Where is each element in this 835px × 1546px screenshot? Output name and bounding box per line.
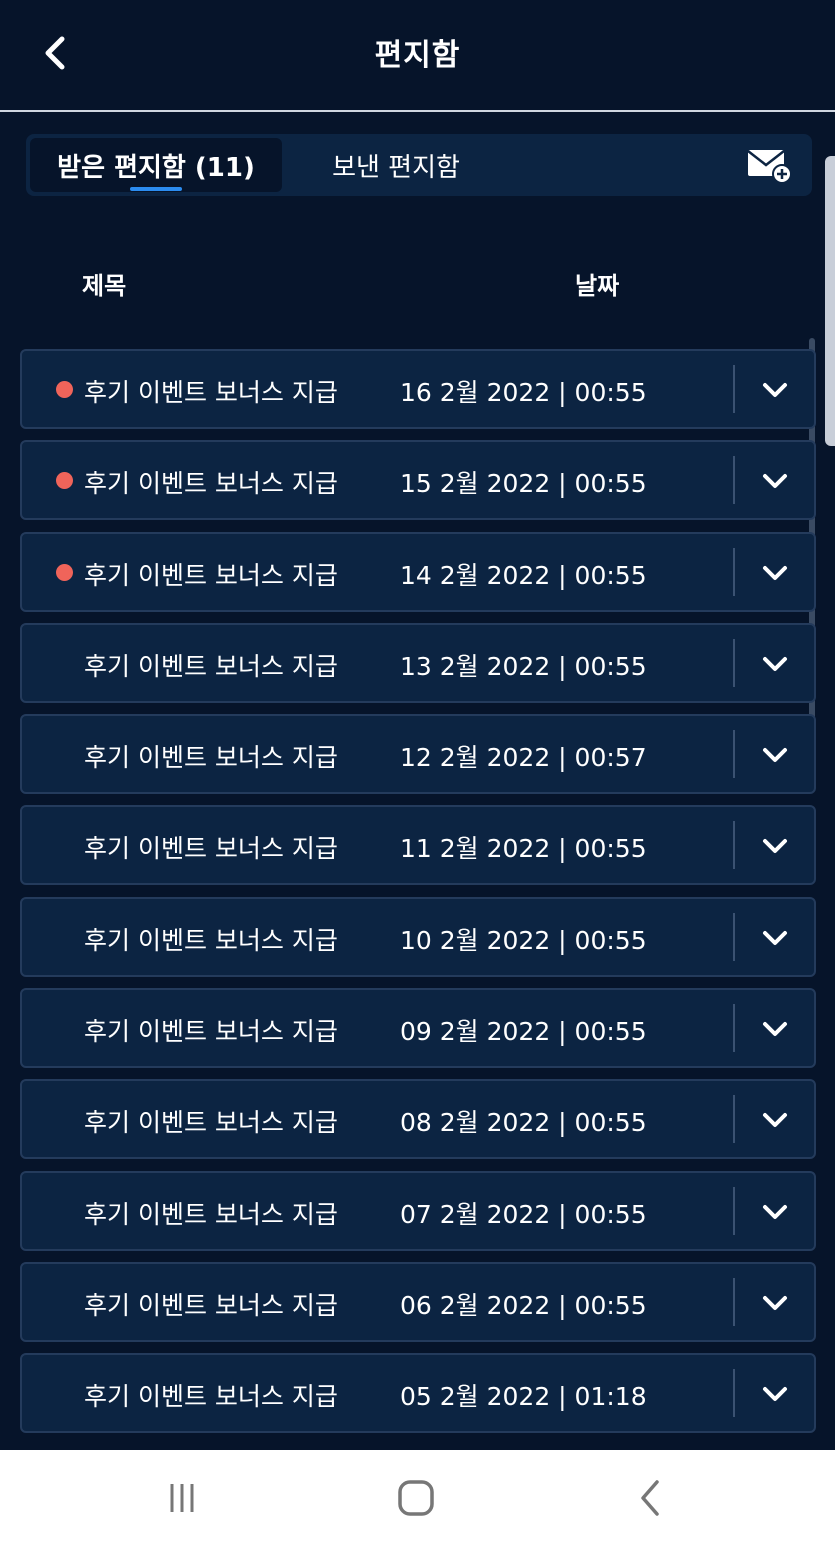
unread-dot-icon: [56, 472, 73, 490]
message-date: 14 2월 2022 | 00:55: [400, 560, 647, 590]
unread-dot-icon: [56, 563, 73, 581]
message-row[interactable]: 후기 이벤트 보너스 지급 11 2월 2022 | 00:55: [20, 805, 816, 886]
message-row[interactable]: 후기 이벤트 보너스 지급 16 2월 2022 | 00:55: [20, 349, 816, 429]
row-divider: [733, 365, 735, 413]
chevron-down-icon: [763, 1387, 787, 1402]
expand-button[interactable]: [760, 1288, 790, 1318]
message-subject: 후기 이벤트 보너스 지급: [84, 743, 338, 773]
compose-button[interactable]: [746, 146, 794, 186]
row-divider: [733, 912, 735, 961]
home-icon: [398, 1480, 434, 1516]
subject-column-header: 제목: [82, 272, 127, 300]
row-divider: [733, 821, 735, 870]
message-list: 후기 이벤트 보너스 지급 16 2월 2022 | 00:55 후기 이벤트 보너…: [20, 349, 816, 1445]
unread-dot-icon: [56, 381, 73, 398]
active-tab-indicator: [130, 187, 182, 191]
row-divider: [733, 456, 735, 505]
mail-plus-icon: [747, 150, 792, 184]
expand-button[interactable]: [760, 740, 790, 770]
chevron-down-icon: [763, 839, 787, 854]
message-row[interactable]: 후기 이벤트 보너스 지급 14 2월 2022 | 00:55: [20, 531, 816, 612]
recent-apps-button[interactable]: [160, 1476, 204, 1520]
date-column-header: 날짜: [575, 272, 620, 300]
message-row[interactable]: 후기 이벤트 보너스 지급 05 2월 2022 | 01:18: [20, 1353, 816, 1434]
tab-inbox[interactable]: 받은 편지함 (11): [30, 138, 282, 192]
expand-button[interactable]: [760, 831, 790, 861]
message-date: 08 2월 2022 | 00:55: [400, 1108, 647, 1138]
message-row[interactable]: 후기 이벤트 보너스 지급 06 2월 2022 | 00:55: [20, 1261, 816, 1342]
chevron-down-icon: [763, 383, 787, 397]
row-divider: [733, 1095, 735, 1144]
chevron-down-icon: [763, 748, 787, 763]
row-divider: [733, 1186, 735, 1235]
expand-button[interactable]: [760, 1105, 790, 1135]
chevron-down-icon: [763, 930, 787, 945]
message-subject: 후기 이벤트 보너스 지급: [84, 651, 338, 681]
message-date: 10 2월 2022 | 00:55: [400, 925, 647, 955]
chevron-down-icon: [763, 656, 787, 671]
message-subject: 후기 이벤트 보너스 지급: [84, 834, 338, 864]
chevron-down-icon: [763, 1295, 787, 1310]
message-subject: 후기 이벤트 보너스 지급: [84, 560, 338, 590]
message-row[interactable]: 후기 이벤트 보너스 지급 13 2월 2022 | 00:55: [20, 622, 816, 703]
message-date: 12 2월 2022 | 00:57: [400, 743, 647, 773]
row-divider: [733, 547, 735, 596]
row-divider: [733, 1277, 735, 1326]
message-row[interactable]: 후기 이벤트 보너스 지급 09 2월 2022 | 00:55: [20, 988, 816, 1069]
chevron-down-icon: [763, 1022, 787, 1037]
home-button[interactable]: [394, 1476, 438, 1520]
app-header: 편지함: [0, 0, 835, 112]
tab-inbox-label: 받은 편지함 (11): [57, 152, 255, 183]
chevron-down-icon: [763, 1204, 787, 1219]
row-divider: [733, 730, 735, 779]
expand-button[interactable]: [760, 649, 790, 679]
tab-sent-label: 보낸 편지함: [332, 152, 460, 183]
expand-button[interactable]: [760, 558, 790, 588]
nav-back-button[interactable]: [628, 1476, 672, 1520]
tab-sent[interactable]: 보낸 편지함: [316, 138, 476, 192]
message-row[interactable]: 후기 이벤트 보너스 지급 07 2월 2022 | 00:55: [20, 1170, 816, 1251]
message-subject: 후기 이벤트 보너스 지급: [84, 1290, 338, 1320]
expand-button[interactable]: [760, 375, 790, 405]
expand-button[interactable]: [760, 1014, 790, 1044]
system-nav-bar: [0, 1450, 835, 1546]
message-subject: 후기 이벤트 보너스 지급: [84, 1382, 338, 1412]
message-subject: 후기 이벤트 보너스 지급: [84, 1017, 338, 1047]
page-title: 편지함: [374, 38, 461, 73]
message-date: 11 2월 2022 | 00:55: [400, 834, 647, 864]
message-date: 05 2월 2022 | 01:18: [400, 1382, 647, 1412]
chevron-down-icon: [763, 565, 787, 580]
message-subject: 후기 이벤트 보너스 지급: [84, 925, 338, 955]
message-date: 06 2월 2022 | 00:55: [400, 1290, 647, 1320]
row-divider: [733, 1369, 735, 1418]
message-date: 16 2월 2022 | 00:55: [400, 378, 647, 407]
message-row[interactable]: 후기 이벤트 보너스 지급 12 2월 2022 | 00:57: [20, 714, 816, 795]
message-date: 09 2월 2022 | 00:55: [400, 1017, 647, 1047]
message-row[interactable]: 후기 이벤트 보너스 지급 15 2월 2022 | 00:55: [20, 440, 816, 521]
row-divider: [733, 1004, 735, 1053]
expand-button[interactable]: [760, 1197, 790, 1227]
message-subject: 후기 이벤트 보너스 지급: [84, 1108, 338, 1138]
expand-button[interactable]: [760, 923, 790, 953]
message-subject: 후기 이벤트 보너스 지급: [84, 1199, 338, 1229]
back-icon: [641, 1480, 659, 1516]
row-divider: [733, 638, 735, 687]
expand-button[interactable]: [760, 1379, 790, 1409]
message-date: 15 2월 2022 | 00:55: [400, 469, 647, 499]
expand-button[interactable]: [760, 466, 790, 496]
mailbox-tabs: 받은 편지함 (11) 보낸 편지함: [26, 134, 812, 196]
message-date: 13 2월 2022 | 00:55: [400, 651, 647, 681]
message-date: 07 2월 2022 | 00:55: [400, 1199, 647, 1229]
message-row[interactable]: 후기 이벤트 보너스 지급 10 2월 2022 | 00:55: [20, 896, 816, 977]
chevron-down-icon: [763, 1113, 787, 1128]
message-row[interactable]: 후기 이벤트 보너스 지급 08 2월 2022 | 00:55: [20, 1079, 816, 1160]
message-subject: 후기 이벤트 보너스 지급: [84, 378, 338, 407]
recent-apps-icon: [170, 1484, 194, 1512]
chevron-down-icon: [763, 474, 787, 489]
message-subject: 후기 이벤트 보너스 지급: [84, 469, 338, 499]
column-headers: 제목 날짜: [0, 266, 835, 302]
